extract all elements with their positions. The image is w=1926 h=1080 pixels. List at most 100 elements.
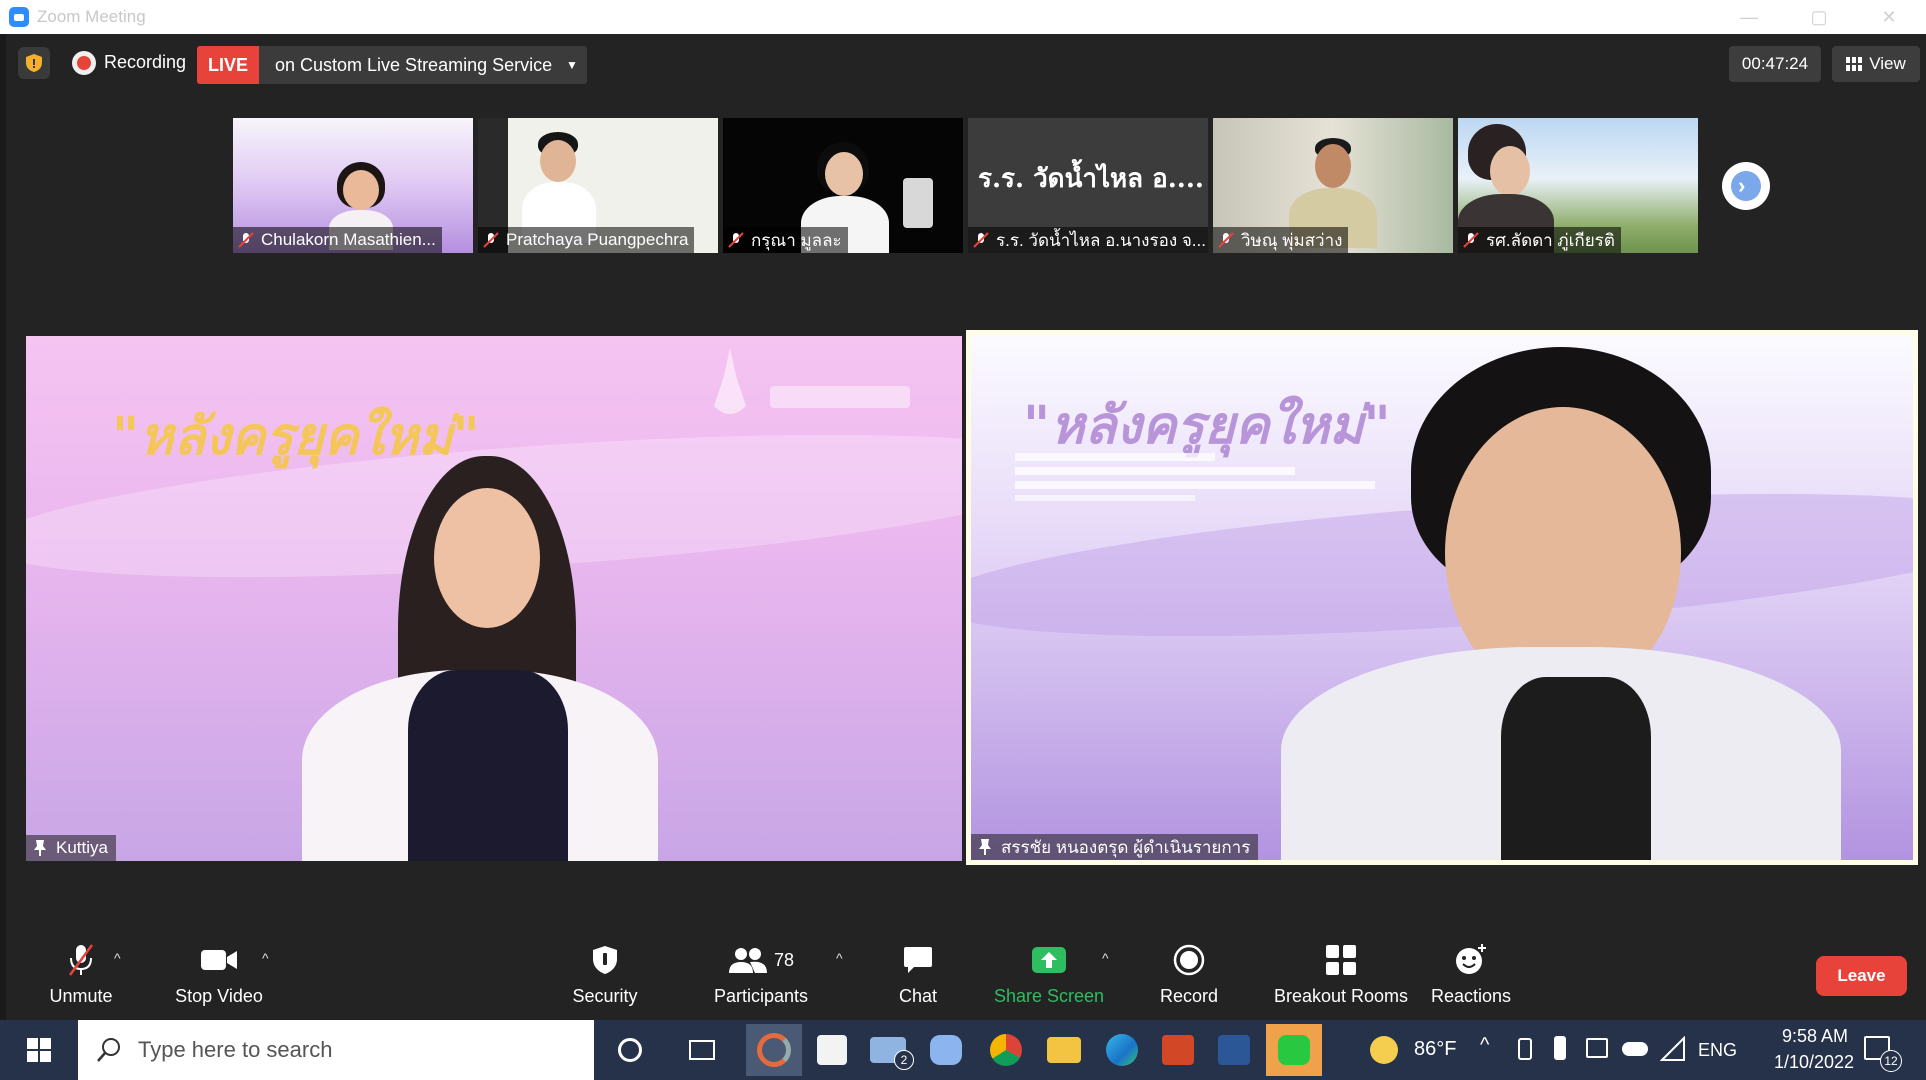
reactions-label: Reactions [1430, 986, 1512, 1006]
taskbar-app-active-icon[interactable] [746, 1024, 802, 1076]
next-page-button[interactable] [1722, 162, 1770, 210]
participants-button[interactable]: 78 Participants [696, 932, 826, 1020]
participants-options-caret-icon[interactable]: ^ [836, 950, 843, 966]
unmute-button[interactable]: Unmute [26, 932, 136, 1020]
seal-logo-icon [714, 348, 746, 414]
zoom-meeting-screen: Zoom Meeting — ▢ ✕ Recording LIVE on Cus… [0, 0, 1926, 1080]
live-stream-dropdown[interactable]: LIVE on Custom Live Streaming Service ▼ [197, 46, 587, 84]
grid-view-icon [1846, 57, 1863, 71]
search-icon [97, 1038, 120, 1062]
participant-name: Kuttiya [56, 838, 108, 857]
edge-icon[interactable] [1098, 1028, 1146, 1072]
minimize-button[interactable]: — [1714, 0, 1784, 34]
participant-display-name: ร.ร. วัดน้ำไหล อ.... [978, 164, 1204, 194]
participant-tile[interactable]: Pratchaya Puangpechra [478, 118, 718, 253]
start-button[interactable] [0, 1020, 78, 1080]
shield-icon [26, 54, 42, 72]
windows-logo-icon [27, 1038, 51, 1062]
stop-video-button[interactable]: Stop Video [154, 932, 284, 1020]
maximize-button[interactable]: ▢ [1784, 0, 1854, 34]
record-button[interactable]: Record [1134, 932, 1244, 1020]
video-tile-right-active-speaker[interactable]: "หลังครูยุคใหม่" สรรชัย หนองตรุด ผู้ดำเน… [966, 330, 1918, 865]
participant-name: Chulakorn Masathien... [261, 230, 436, 249]
language-indicator[interactable]: ENG [1698, 1040, 1737, 1061]
participant-name: กรุณา มูลละ [751, 230, 842, 250]
zoom-app-icon [9, 7, 29, 27]
phone-icon[interactable] [1554, 1036, 1566, 1060]
video-camera-icon [201, 950, 237, 970]
participants-icon [728, 948, 767, 973]
leave-button[interactable]: Leave [1816, 956, 1907, 996]
word-icon[interactable] [1210, 1028, 1258, 1072]
participant-nameplate: Pratchaya Puangpechra [478, 227, 695, 253]
close-button[interactable]: ✕ [1854, 0, 1924, 34]
onedrive-cloud-icon[interactable] [1622, 1042, 1648, 1056]
muted-mic-icon [973, 232, 989, 248]
view-button[interactable]: View [1832, 46, 1920, 82]
muted-mic-icon [1463, 232, 1479, 248]
participants-count: 78 [773, 949, 795, 970]
reactions-smiley-icon [1456, 944, 1486, 974]
temperature-label[interactable]: 86°F [1414, 1038, 1456, 1061]
pen-icon[interactable] [1518, 1038, 1532, 1060]
recording-label[interactable]: Recording [104, 52, 186, 73]
video-options-caret-icon[interactable]: ^ [262, 950, 269, 966]
muted-microphone-icon [68, 944, 94, 976]
participant-name: ร.ร. วัดน้ำไหล อ.นางรอง จ... [996, 230, 1206, 250]
display-icon[interactable] [1586, 1038, 1608, 1058]
security-shield-icon [593, 946, 617, 974]
mail-icon[interactable]: 2 [864, 1028, 914, 1072]
clock-time[interactable]: 9:58 AM [1760, 1026, 1870, 1047]
share-screen-arrow-icon [1032, 947, 1066, 973]
windows-taskbar: Type here to search 2 86°F ^ ENG 9:58 AM… [0, 1020, 1926, 1080]
meeting-info-button[interactable] [18, 47, 50, 79]
participant-thumbnail-strip: Chulakorn Masathien... Pratchaya Puangpe… [6, 118, 1926, 254]
participant-name: วิษณุ พุ่มสว่าง [1241, 230, 1343, 250]
file-explorer-icon[interactable] [1040, 1028, 1088, 1072]
record-icon [1173, 944, 1205, 976]
share-screen-button[interactable]: Share Screen [984, 932, 1114, 1020]
participant-tile[interactable]: กรุณา มูลละ [723, 118, 963, 253]
participant-nameplate: Kuttiya [26, 835, 116, 861]
meeting-timer: 00:47:24 [1729, 46, 1821, 82]
meeting-topbar: Recording LIVE on Custom Live Streaming … [6, 34, 1926, 90]
participant-nameplate: สรรชัย หนองตรุด ผู้ดำเนินรายการ [971, 834, 1259, 860]
wifi-icon[interactable] [1660, 1036, 1686, 1062]
video-tile-left[interactable]: "หลังครูยุคใหม่" Kuttiya [26, 336, 962, 861]
mail-badge: 2 [894, 1050, 914, 1070]
stop-video-label: Stop Video [175, 986, 263, 1006]
caret-down-icon: ▼ [566, 58, 578, 72]
participants-label: Participants [713, 986, 809, 1006]
chrome-icon[interactable] [982, 1028, 1030, 1072]
pin-icon [979, 839, 991, 855]
meeting-area: Recording LIVE on Custom Live Streaming … [6, 34, 1926, 1020]
chat-button[interactable]: Chat [868, 932, 968, 1020]
cortana-icon[interactable] [606, 1028, 654, 1072]
line-app-icon[interactable] [1266, 1024, 1322, 1076]
taskbar-search-box[interactable]: Type here to search [78, 1020, 594, 1080]
participant-tile[interactable]: รศ.ลัดดา ภู่เกียรติ [1458, 118, 1698, 253]
participant-name: สรรชัย หนองตรุด ผู้ดำเนินรายการ [1001, 837, 1251, 857]
participant-tile[interactable]: วิษณุ พุ่มสว่าง [1213, 118, 1453, 253]
chat-label: Chat [898, 986, 938, 1006]
participant-nameplate: รศ.ลัดดา ภู่เกียรติ [1458, 227, 1621, 253]
live-badge: LIVE [197, 46, 259, 84]
pin-icon [34, 840, 46, 856]
audio-options-caret-icon[interactable]: ^ [114, 950, 121, 966]
clock-date[interactable]: 1/10/2022 [1752, 1052, 1876, 1073]
chevron-right-icon: › [1738, 173, 1746, 198]
microsoft-store-icon[interactable] [808, 1028, 856, 1072]
reactions-button[interactable]: Reactions [1416, 932, 1526, 1020]
participant-nameplate: วิษณุ พุ่มสว่าง [1213, 227, 1349, 253]
task-view-icon[interactable] [678, 1028, 726, 1072]
zoom-taskbar-icon[interactable] [922, 1028, 970, 1072]
share-options-caret-icon[interactable]: ^ [1102, 950, 1109, 966]
powerpoint-icon[interactable] [1154, 1028, 1202, 1072]
participant-tile[interactable]: Chulakorn Masathien... [233, 118, 473, 253]
chevron-up-icon[interactable]: ^ [1480, 1034, 1489, 1057]
breakout-rooms-button[interactable]: Breakout Rooms [1256, 932, 1426, 1020]
participant-nameplate: กรุณา มูลละ [723, 227, 848, 253]
muted-mic-icon [238, 232, 254, 248]
security-button[interactable]: Security [550, 932, 660, 1020]
participant-tile[interactable]: ร.ร. วัดน้ำไหล อ.... ร.ร. วัดน้ำไหล อ.นา… [968, 118, 1208, 253]
